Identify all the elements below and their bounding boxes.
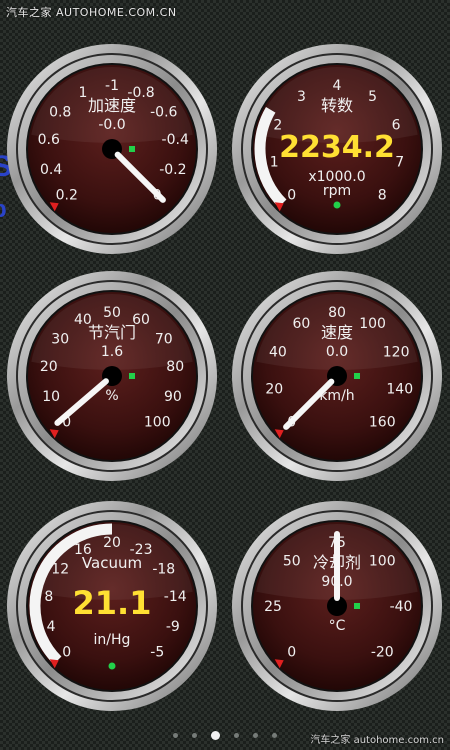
tick-label: -18: [152, 561, 175, 577]
gauge-title: Vacuum: [82, 554, 142, 572]
value-readout: 0.0: [326, 344, 348, 360]
tick-label: 80: [166, 359, 184, 375]
value-readout: -0.0: [98, 117, 125, 133]
gauge-title: 节汽门: [88, 323, 136, 342]
tick-label: 0.4: [40, 162, 62, 178]
tick-label: 20: [40, 359, 58, 375]
unit-label: %: [105, 388, 118, 404]
tick-label: 20: [103, 535, 121, 551]
tick-label: 25: [264, 599, 282, 615]
tick-label: -0.4: [162, 132, 189, 148]
tick-label: 7: [395, 154, 404, 170]
gauge-rpm[interactable]: 0 1 2 3 4 5 6 7 8 转数 2234.2 x1000.0 rpm: [230, 42, 444, 256]
gauge-title: 转数: [321, 96, 353, 115]
page-dot[interactable]: [272, 732, 277, 738]
status-dot: [354, 603, 360, 609]
tick-label: 80: [328, 305, 346, 321]
tick-label: 100: [359, 316, 386, 332]
tick-label: -0.6: [150, 104, 177, 120]
watermark-top: 汽车之家 AUTOHOME.COM.CN: [6, 6, 177, 19]
status-dot: [333, 201, 341, 209]
status-dot: [129, 146, 135, 152]
unit-label: °C: [329, 618, 346, 634]
tick-label: 60: [293, 316, 311, 332]
tick-label: 120: [383, 345, 410, 361]
tick-label: 0: [62, 644, 71, 660]
tick-label: 20: [265, 381, 283, 397]
tick-label: 8: [378, 187, 387, 203]
gauge-acceleration[interactable]: 0.20.40.60.81-1-0.8-0.6-0.4-0.20加速度-0.0: [5, 42, 219, 256]
tick-label: -40: [390, 599, 413, 615]
tick-label: 0: [287, 644, 296, 660]
tick-label: 1: [270, 154, 279, 170]
tick-label: -0.2: [159, 162, 186, 178]
page-dot[interactable]: [234, 732, 239, 738]
tick-label: -20: [371, 644, 394, 660]
tick-label: -1: [105, 78, 119, 94]
gauge-speed[interactable]: 020406080100120140160速度0.0km/h: [230, 269, 444, 483]
gauge-title: 加速度: [88, 96, 136, 115]
tick-label: 70: [155, 331, 173, 347]
gauge-coolant[interactable]: 0255075100-40-20冷却剂90.0°C: [230, 499, 444, 713]
value-readout: 1.6: [101, 344, 123, 360]
tick-label: 3: [297, 89, 306, 105]
tick-label: 0.2: [56, 187, 78, 203]
gauge-throttle[interactable]: 0 10 20 30 40 50 60 70 80 90 100 节汽门 1.6%: [5, 269, 219, 483]
tick-label: -9: [166, 619, 180, 635]
page-dot[interactable]: [192, 732, 197, 738]
tick-label: 10: [42, 389, 60, 405]
gauge-title: 速度: [321, 323, 353, 342]
tick-label: 1: [78, 85, 87, 101]
tick-label: 100: [369, 554, 396, 570]
status-dot: [108, 662, 116, 670]
tick-label: -14: [164, 589, 187, 605]
unit-label: in/Hg: [94, 632, 131, 648]
tick-label: 4: [47, 619, 56, 635]
tick-label: 12: [51, 561, 69, 577]
tick-label: 30: [51, 331, 69, 347]
tick-label: 0.8: [49, 104, 71, 120]
tick-label: 0.6: [38, 132, 60, 148]
tick-label: 40: [269, 345, 287, 361]
status-dot: [354, 373, 360, 379]
tick-label: 0: [287, 187, 296, 203]
tick-label: 50: [283, 554, 301, 570]
digital-readout: 2234.2: [279, 130, 395, 165]
tick-label: 8: [44, 589, 53, 605]
tick-label: 5: [368, 89, 377, 105]
tick-label: 160: [369, 414, 396, 430]
watermark-bottom: 汽车之家 autohome.com.cn: [310, 735, 444, 746]
tick-label: 50: [103, 305, 121, 321]
page-dot[interactable]: [211, 730, 220, 740]
gauge-vacuum[interactable]: 0 4 8 12 16 20 -23 -18 -14 -9 -5 Vacuum 21.1 in/Hg: [5, 499, 219, 713]
tick-label: 100: [144, 414, 171, 430]
page-dot[interactable]: [173, 732, 178, 738]
status-dot: [129, 373, 135, 379]
tick-label: 140: [386, 381, 413, 397]
tick-label: -5: [150, 644, 164, 660]
tick-label: 4: [333, 78, 342, 94]
tick-label: 90: [164, 389, 182, 405]
unit-label: rpm: [323, 183, 351, 199]
digital-readout: 21.1: [73, 584, 152, 622]
page-dot[interactable]: [253, 732, 258, 738]
